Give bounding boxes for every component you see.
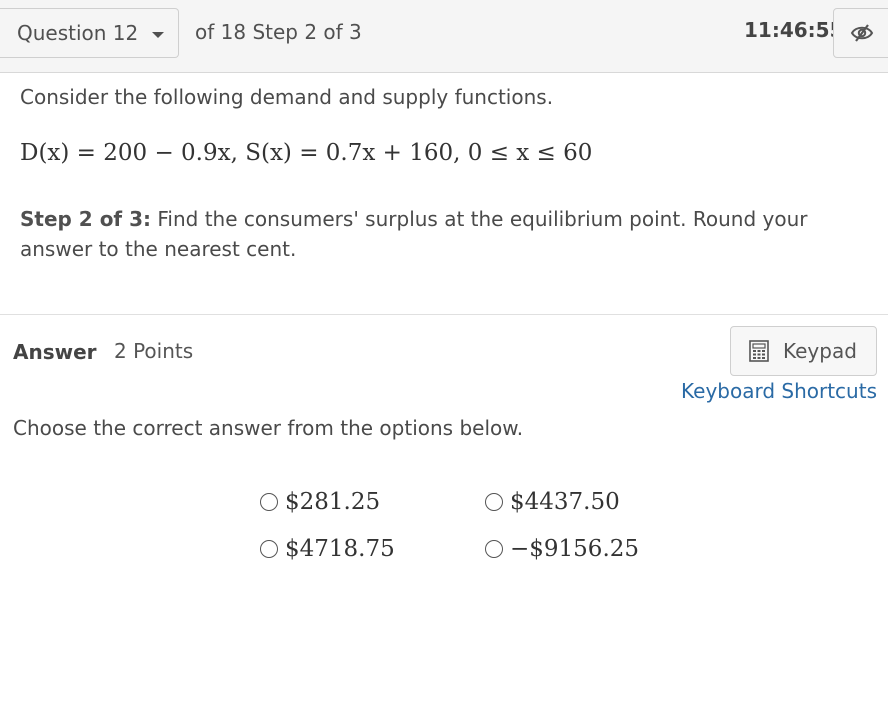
option-label: $281.25 — [285, 489, 381, 515]
top-bar: Question 12 of 18 Step 2 of 3 11:46:55 — [0, 0, 888, 73]
eye-slash-icon — [850, 24, 874, 42]
question-selector-label: Question 12 — [17, 21, 139, 45]
answer-instructions: Choose the correct answer from the optio… — [13, 416, 524, 440]
radio-button[interactable] — [485, 540, 503, 558]
radio-button[interactable] — [260, 493, 278, 511]
timer: 11:46:55 — [744, 18, 844, 42]
section-divider — [0, 314, 888, 315]
option-label: −$9156.25 — [510, 536, 640, 562]
keypad-button[interactable]: Keypad — [730, 326, 877, 376]
answer-option-2[interactable]: $4437.50 — [485, 489, 620, 515]
answer-option-4[interactable]: −$9156.25 — [485, 536, 639, 562]
step-label: Step 2 of 3: — [20, 207, 152, 231]
answer-heading: Answer — [13, 340, 97, 364]
option-label: $4437.50 — [510, 489, 620, 515]
option-label: $4718.75 — [285, 536, 395, 562]
keypad-label: Keypad — [783, 339, 857, 363]
answer-option-1[interactable]: $281.25 — [260, 489, 380, 515]
calculator-icon — [749, 340, 769, 362]
caret-down-icon — [152, 31, 165, 38]
keyboard-shortcuts-link[interactable]: Keyboard Shortcuts — [681, 379, 877, 403]
problem-formula: D(x) = 200 − 0.9x, S(x) = 0.7x + 160, 0 … — [20, 140, 593, 166]
radio-button[interactable] — [485, 493, 503, 511]
answer-option-3[interactable]: $4718.75 — [260, 536, 395, 562]
question-progress: of 18 Step 2 of 3 — [195, 20, 362, 44]
radio-button[interactable] — [260, 540, 278, 558]
problem-intro: Consider the following demand and supply… — [20, 85, 554, 109]
step-instructions: Step 2 of 3: Find the consumers' surplus… — [20, 204, 870, 264]
hide-timer-button[interactable] — [833, 8, 888, 58]
points-value: 2 Points — [114, 339, 194, 363]
question-selector[interactable]: Question 12 — [0, 8, 179, 58]
